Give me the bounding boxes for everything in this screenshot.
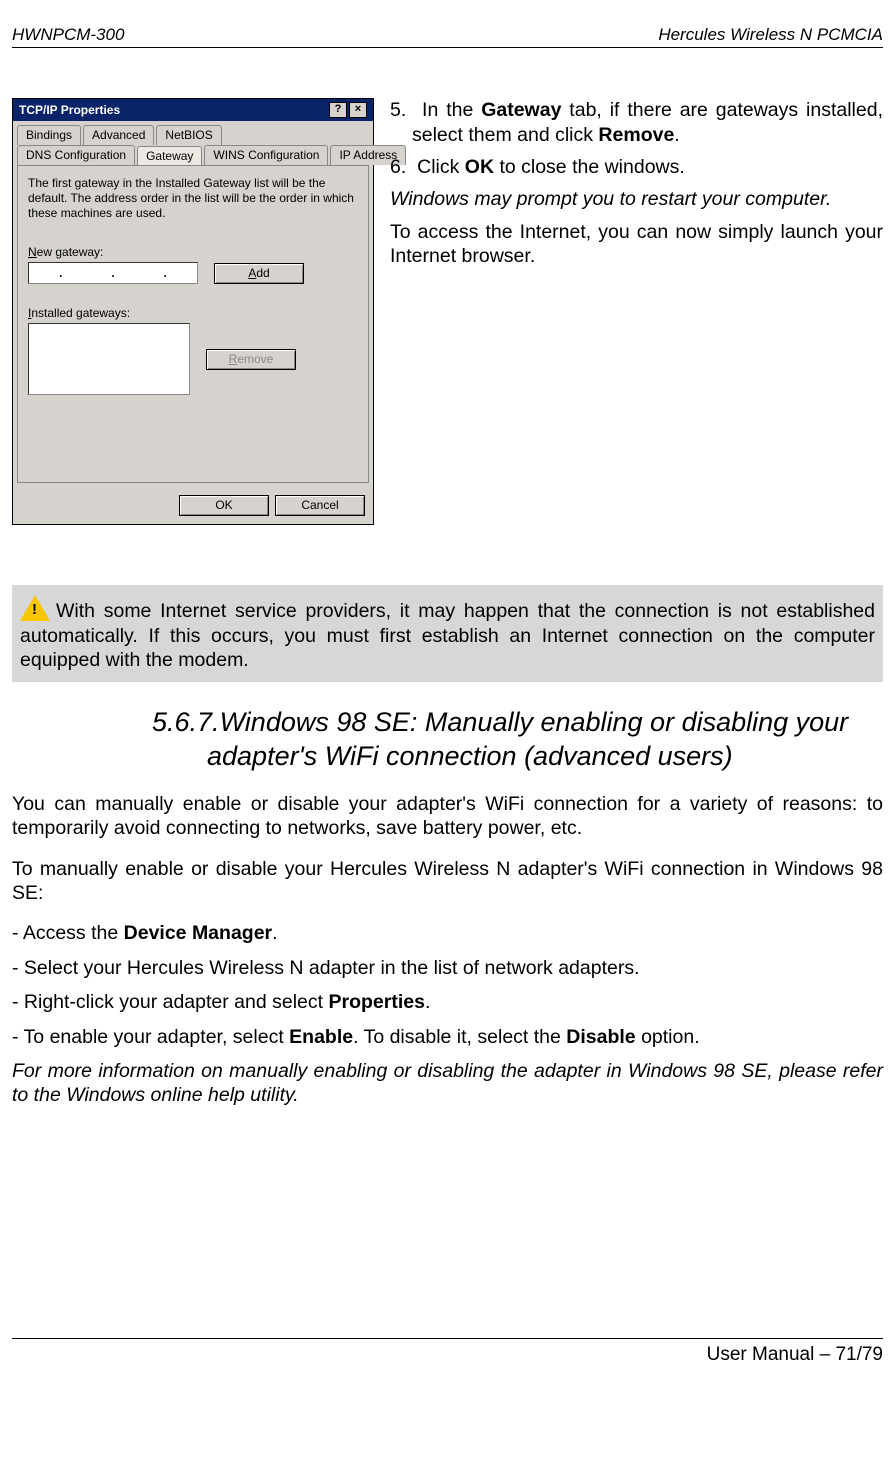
ok-button[interactable]: OK	[179, 495, 269, 516]
content-row: TCP/IP Properties ? × Bindings Advanced …	[12, 98, 883, 525]
tab-bindings[interactable]: Bindings	[17, 125, 81, 145]
tcpip-properties-dialog: TCP/IP Properties ? × Bindings Advanced …	[12, 98, 374, 525]
footer-text: User Manual – 71/79	[707, 1344, 883, 1365]
warning-note: With some Internet service providers, it…	[12, 585, 883, 682]
panel-description: The first gateway in the Installed Gatew…	[28, 176, 358, 221]
warning-text: With some Internet service providers, it…	[20, 600, 875, 671]
warning-icon	[20, 595, 50, 621]
more-info-para: For more information on manually enablin…	[12, 1059, 883, 1108]
installed-gateways-label: Installed gateways:	[28, 306, 358, 321]
dialog-titlebar: TCP/IP Properties ? ×	[13, 99, 373, 121]
screenshot-dialog: TCP/IP Properties ? × Bindings Advanced …	[12, 98, 374, 525]
instruction-text: 5. In the Gateway tab, if there are gate…	[390, 98, 883, 525]
tab-gateway[interactable]: Gateway	[137, 146, 202, 166]
tab-netbios[interactable]: NetBIOS	[156, 125, 221, 145]
cancel-button[interactable]: Cancel	[275, 495, 365, 516]
tab-dns[interactable]: DNS Configuration	[17, 145, 135, 165]
close-icon[interactable]: ×	[349, 102, 367, 118]
step-select-adapter: - Select your Hercules Wireless N adapte…	[12, 956, 883, 980]
intro-para-1: You can manually enable or disable your …	[12, 792, 883, 841]
installed-gateways-list[interactable]	[28, 323, 190, 395]
new-gateway-input[interactable]: . . .	[28, 262, 198, 284]
new-gateway-label: New gateway:	[28, 245, 358, 260]
add-button[interactable]: Add	[214, 263, 304, 284]
step-6: 6. Click OK to close the windows.	[390, 155, 883, 179]
restart-note: Windows may prompt you to restart your c…	[390, 187, 883, 211]
page-header: HWNPCM-300 Hercules Wireless N PCMCIA	[12, 24, 883, 48]
step-5: 5. In the Gateway tab, if there are gate…	[390, 98, 883, 147]
dialog-title-text: TCP/IP Properties	[19, 103, 120, 118]
intro-para-2: To manually enable or disable your Hercu…	[12, 857, 883, 906]
access-note: To access the Internet, you can now simp…	[390, 220, 883, 269]
step-device-manager: - Access the Device Manager.	[12, 921, 883, 945]
step-enable-disable: - To enable your adapter, select Enable.…	[12, 1025, 883, 1049]
step-properties: - Right-click your adapter and select Pr…	[12, 990, 883, 1014]
header-model: HWNPCM-300	[12, 24, 124, 45]
tab-wins[interactable]: WINS Configuration	[204, 145, 328, 165]
header-product: Hercules Wireless N PCMCIA	[658, 24, 883, 45]
tab-advanced[interactable]: Advanced	[83, 125, 154, 145]
gateway-panel: The first gateway in the Installed Gatew…	[17, 165, 369, 483]
page-footer: User Manual – 71/79	[12, 1338, 883, 1367]
remove-button[interactable]: Remove	[206, 349, 296, 370]
section-heading: 5.6.7.Windows 98 SE: Manually enabling o…	[152, 706, 883, 774]
help-icon[interactable]: ?	[329, 102, 347, 118]
